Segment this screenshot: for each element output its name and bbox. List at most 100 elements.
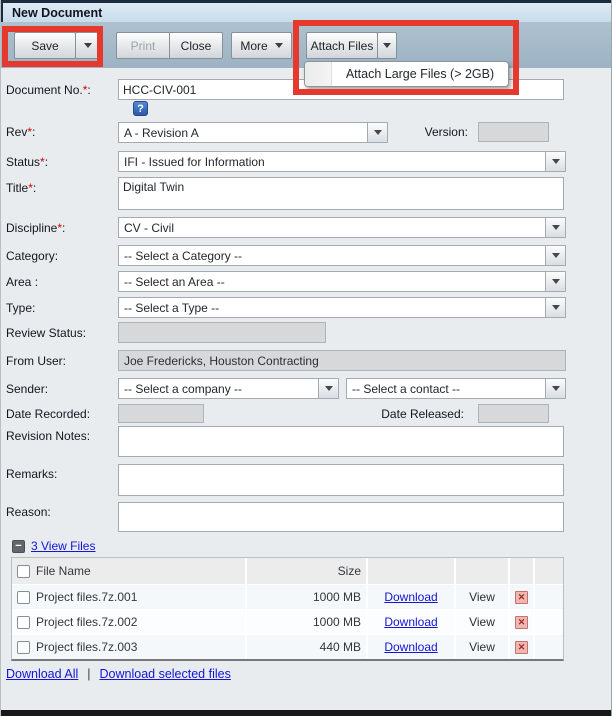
reason-textarea[interactable] bbox=[118, 502, 564, 532]
review-status-label: Review Status: bbox=[6, 326, 87, 340]
status-label: Status*: bbox=[6, 155, 49, 169]
chevron-down-icon[interactable] bbox=[545, 379, 565, 398]
page-title: New Document bbox=[12, 5, 103, 20]
chevron-down-icon bbox=[274, 43, 283, 48]
chevron-down-icon[interactable] bbox=[545, 152, 565, 171]
view-link[interactable]: View bbox=[456, 635, 510, 659]
collapse-icon[interactable]: − bbox=[12, 539, 25, 553]
rev-value: A - Revision A bbox=[124, 125, 199, 140]
link-separator: | bbox=[87, 667, 91, 681]
area-label: Area : bbox=[6, 275, 39, 289]
status-select[interactable]: IFI - Issued for Information bbox=[118, 151, 566, 172]
area-select[interactable]: -- Select an Area -- bbox=[118, 271, 566, 292]
download-link[interactable]: Download bbox=[384, 640, 437, 654]
version-input bbox=[478, 122, 549, 142]
version-label: Version: bbox=[424, 125, 468, 139]
review-status-input bbox=[118, 322, 326, 343]
view-files-toggle: − 3 View Files bbox=[12, 539, 95, 553]
revision-notes-label: Revision Notes: bbox=[6, 429, 91, 443]
download-header bbox=[368, 558, 456, 584]
category-label: Category: bbox=[6, 249, 59, 263]
sender-contact-select[interactable]: -- Select a contact -- bbox=[346, 378, 566, 399]
print-button-label: Print bbox=[130, 38, 156, 53]
file-size-cell: 1000 MB bbox=[247, 610, 368, 634]
chevron-down-icon bbox=[83, 43, 92, 48]
attach-files-dropdown-button[interactable] bbox=[377, 32, 397, 59]
delete-icon[interactable]: ✕ bbox=[515, 590, 528, 604]
type-label: Type: bbox=[6, 301, 36, 315]
more-button-label: More bbox=[240, 38, 268, 53]
save-dropdown-button[interactable] bbox=[75, 32, 100, 59]
chevron-down-icon[interactable] bbox=[545, 218, 565, 237]
chevron-down-icon[interactable] bbox=[545, 272, 565, 291]
table-row: Project files.7z.001 1000 MB Download Vi… bbox=[12, 584, 563, 609]
delete-icon[interactable]: ✕ bbox=[515, 615, 528, 629]
chevron-down-icon[interactable] bbox=[545, 246, 565, 265]
view-header bbox=[456, 558, 510, 584]
discipline-select[interactable]: CV - Civil bbox=[118, 217, 566, 238]
chevron-down-icon[interactable] bbox=[367, 123, 387, 142]
more-button[interactable]: More bbox=[231, 32, 292, 59]
date-recorded-input bbox=[118, 404, 204, 423]
menu-item-attach-large-files[interactable]: Attach Large Files (> 2GB) bbox=[332, 62, 508, 86]
revision-notes-textarea[interactable] bbox=[118, 426, 564, 457]
select-all-checkbox[interactable] bbox=[17, 564, 30, 578]
files-table-header: File Name Size bbox=[12, 558, 563, 584]
header-checkbox-cell bbox=[12, 558, 32, 584]
print-button[interactable]: Print bbox=[116, 32, 170, 59]
type-value: -- Select a Type -- bbox=[124, 300, 220, 315]
title-bar: New Document bbox=[1, 0, 611, 22]
help-glyph: ? bbox=[137, 102, 144, 115]
attach-files-button[interactable]: Attach Files bbox=[306, 32, 378, 59]
remarks-textarea[interactable] bbox=[118, 464, 564, 496]
bottom-bar bbox=[1, 710, 611, 716]
attach-files-button-label: Attach Files bbox=[310, 38, 374, 53]
bottom-links: Download All | Download selected files bbox=[6, 667, 231, 681]
view-link[interactable]: View bbox=[456, 585, 510, 609]
row-checkbox[interactable] bbox=[17, 615, 30, 629]
view-files-link[interactable]: 3 View Files bbox=[31, 539, 95, 553]
file-name-cell: Project files.7z.001 bbox=[32, 585, 247, 609]
row-checkbox[interactable] bbox=[17, 590, 30, 604]
title-label: Title*: bbox=[6, 181, 37, 195]
sender-company-select[interactable]: -- Select a company -- bbox=[118, 378, 339, 399]
table-row: Project files.7z.002 1000 MB Download Vi… bbox=[12, 609, 563, 634]
help-icon[interactable]: ? bbox=[133, 101, 148, 116]
rev-label: Rev*: bbox=[6, 125, 36, 139]
sender-contact-value: -- Select a contact -- bbox=[352, 381, 461, 396]
attach-files-menu: Attach Large Files (> 2GB) bbox=[304, 61, 509, 87]
file-size-cell: 1000 MB bbox=[247, 585, 368, 609]
from-user-label: From User: bbox=[6, 354, 67, 368]
chevron-down-icon[interactable] bbox=[545, 298, 565, 317]
type-select[interactable]: -- Select a Type -- bbox=[118, 297, 566, 318]
new-document-window: New Document Save Print Close More Attac… bbox=[0, 0, 612, 716]
chevron-down-icon[interactable] bbox=[318, 379, 338, 398]
download-link[interactable]: Download bbox=[384, 615, 437, 629]
delete-header bbox=[510, 558, 535, 584]
rev-select[interactable]: A - Revision A bbox=[118, 122, 388, 143]
save-button[interactable]: Save bbox=[14, 32, 76, 59]
table-row: Project files.7z.003 440 MB Download Vie… bbox=[12, 634, 563, 659]
title-textarea[interactable]: Digital Twin bbox=[118, 177, 564, 210]
document-no-label: Document No.*: bbox=[6, 83, 91, 97]
file-name-cell: Project files.7z.002 bbox=[32, 610, 247, 634]
from-user-input: Joe Fredericks, Houston Contracting bbox=[118, 350, 566, 371]
delete-icon[interactable]: ✕ bbox=[515, 640, 528, 654]
file-name-header: File Name bbox=[32, 558, 247, 584]
status-value: IFI - Issued for Information bbox=[124, 154, 265, 169]
discipline-value: CV - Civil bbox=[124, 220, 174, 235]
row-checkbox[interactable] bbox=[17, 640, 30, 654]
menu-icon-gutter bbox=[305, 62, 332, 86]
remarks-label: Remarks: bbox=[6, 467, 58, 481]
sender-label: Sender: bbox=[6, 382, 49, 396]
category-select[interactable]: -- Select a Category -- bbox=[118, 245, 566, 266]
view-link[interactable]: View bbox=[456, 610, 510, 634]
spacer-header bbox=[535, 558, 563, 584]
download-all-link[interactable]: Download All bbox=[6, 667, 78, 681]
size-header: Size bbox=[247, 558, 368, 584]
download-selected-link[interactable]: Download selected files bbox=[100, 667, 231, 681]
files-table: File Name Size Project files.7z.001 1000… bbox=[11, 557, 564, 661]
close-button[interactable]: Close bbox=[169, 32, 223, 59]
date-released-label: Date Released: bbox=[381, 407, 464, 421]
download-link[interactable]: Download bbox=[384, 590, 437, 604]
